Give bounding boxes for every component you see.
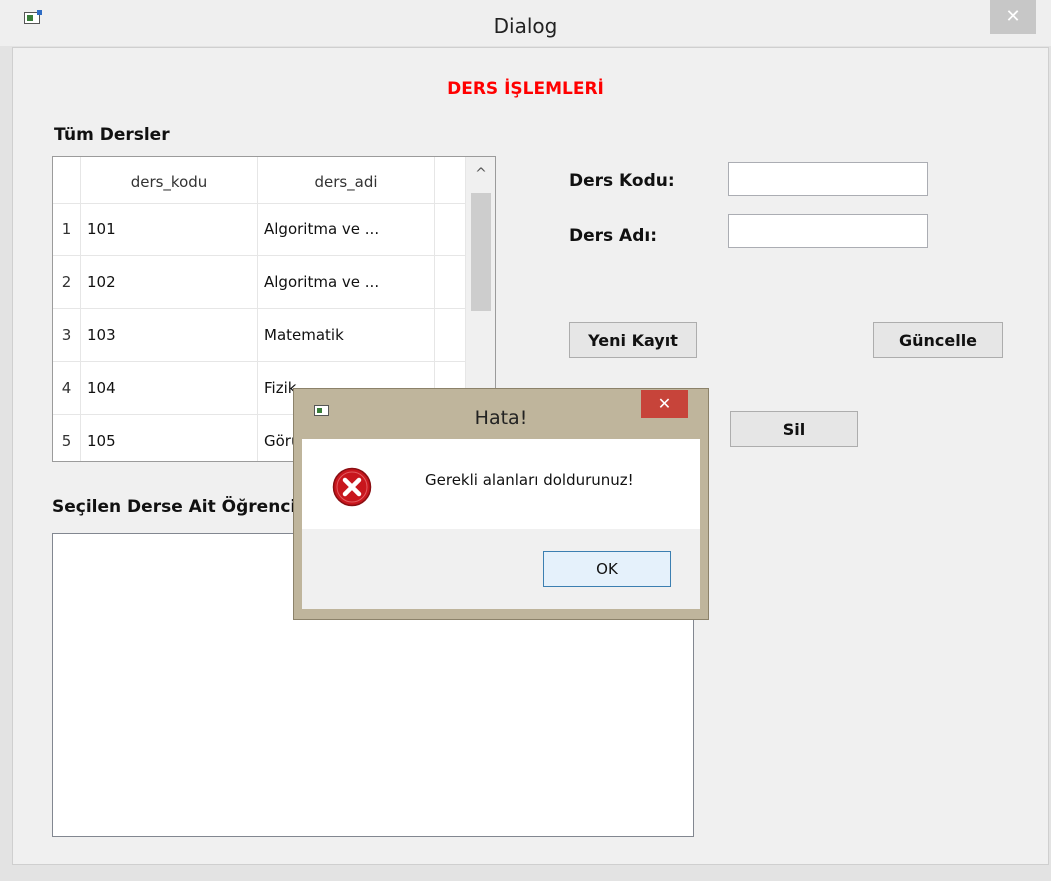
delete-button[interactable]: Sil bbox=[730, 411, 858, 447]
error-message-box: Hata! ✕ Gerekli alanları doldurunuz! OK bbox=[293, 388, 709, 620]
row-number[interactable]: 3 bbox=[53, 309, 81, 362]
message-box-close-icon[interactable]: ✕ bbox=[641, 390, 688, 418]
row-number[interactable]: 1 bbox=[53, 203, 81, 256]
table-row[interactable]: 1 101 Algoritma ve ... bbox=[53, 203, 465, 256]
ders-adi-label: Ders Adı: bbox=[569, 226, 658, 246]
table-row[interactable]: 2 102 Algoritma ve ... bbox=[53, 256, 465, 309]
cell-ders-kodu[interactable]: 103 bbox=[81, 309, 258, 362]
ok-button[interactable]: OK bbox=[543, 551, 671, 587]
row-number[interactable]: 5 bbox=[53, 415, 81, 461]
cell-ders-kodu[interactable]: 105 bbox=[81, 415, 258, 461]
table-header: ders_kodu ders_adi bbox=[53, 157, 465, 204]
courses-label: Tüm Dersler bbox=[54, 125, 170, 145]
column-header-ders-kodu[interactable]: ders_kodu bbox=[81, 157, 258, 203]
ders-adi-input[interactable] bbox=[728, 214, 928, 248]
dialog-window: Dialog ✕ DERS İŞLEMLERİ Tüm Dersler ders… bbox=[0, 0, 1051, 881]
ders-kodu-label: Ders Kodu: bbox=[569, 171, 675, 191]
cell-ders-adi[interactable]: Algoritma ve ... bbox=[258, 256, 435, 309]
cell-ders-kodu[interactable]: 104 bbox=[81, 362, 258, 415]
message-box-body: Gerekli alanları doldurunuz! bbox=[302, 439, 700, 529]
cell-ders-kodu[interactable]: 101 bbox=[81, 203, 258, 256]
update-button[interactable]: Güncelle bbox=[873, 322, 1003, 358]
window-title: Dialog bbox=[493, 14, 558, 38]
error-icon bbox=[332, 467, 372, 507]
chevron-up-icon[interactable]: ^ bbox=[466, 157, 495, 191]
students-label: Seçilen Derse Ait Öğrenciler bbox=[52, 497, 322, 517]
title-bar[interactable]: Dialog ✕ bbox=[0, 0, 1051, 46]
scroll-thumb[interactable] bbox=[471, 193, 491, 311]
row-number[interactable]: 4 bbox=[53, 362, 81, 415]
new-record-button[interactable]: Yeni Kayıt bbox=[569, 322, 697, 358]
column-header-ders-adi[interactable]: ders_adi bbox=[258, 157, 435, 203]
message-text: Gerekli alanları doldurunuz! bbox=[425, 471, 634, 489]
table-row[interactable]: 3 103 Matematik bbox=[53, 309, 465, 362]
row-number[interactable]: 2 bbox=[53, 256, 81, 309]
ders-kodu-input[interactable] bbox=[728, 162, 928, 196]
cell-ders-adi[interactable]: Matematik bbox=[258, 309, 435, 362]
close-icon[interactable]: ✕ bbox=[990, 0, 1036, 34]
cell-ders-adi[interactable]: Algoritma ve ... bbox=[258, 203, 435, 256]
cell-ders-kodu[interactable]: 102 bbox=[81, 256, 258, 309]
corner-header[interactable] bbox=[53, 157, 81, 203]
page-title: DERS İŞLEMLERİ bbox=[447, 79, 604, 99]
